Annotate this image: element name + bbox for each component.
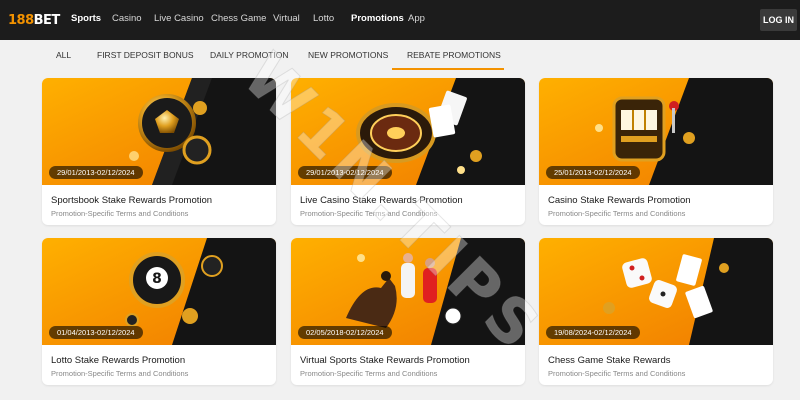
promo-title: Lotto Stake Rewards Promotion (51, 355, 186, 366)
nav-item-chess-game[interactable]: Chess Game (211, 13, 266, 24)
promo-card-virtual-sports[interactable]: 02/05/2018-02/12/2024 Virtual Sports Sta… (291, 238, 525, 385)
promo-card-live-casino[interactable]: 29/01/2013-02/12/2024 Live Casino Stake … (291, 78, 525, 225)
nav-item-app[interactable]: App (408, 13, 425, 24)
nav-item-promotions[interactable]: Promotions (351, 13, 404, 24)
tab-rebate-promotions[interactable]: REBATE PROMOTIONS (407, 50, 501, 60)
tab-daily-promotion[interactable]: DAILY PROMOTION (210, 50, 289, 60)
active-tab-indicator (392, 68, 504, 70)
promo-card-sportsbook[interactable]: 29/01/2013-02/12/2024 Sportsbook Stake R… (42, 78, 276, 225)
promo-date-badge: 19/08/2024-02/12/2024 (546, 326, 640, 339)
nav-item-casino[interactable]: Casino (112, 13, 142, 24)
logo-text: BET (33, 12, 61, 28)
nav-item-sports[interactable]: Sports (71, 13, 101, 24)
tab-all[interactable]: ALL (56, 50, 71, 60)
logo-number: 188 (8, 12, 34, 28)
promo-terms-link[interactable]: Promotion-Specific Terms and Conditions (300, 209, 437, 218)
promo-terms-link[interactable]: Promotion-Specific Terms and Conditions (51, 369, 188, 378)
nav-item-virtual[interactable]: Virtual (273, 13, 300, 24)
promo-terms-link[interactable]: Promotion-Specific Terms and Conditions (300, 369, 437, 378)
promo-title: Chess Game Stake Rewards (548, 355, 671, 366)
promo-date-badge: 02/05/2018-02/12/2024 (298, 326, 392, 339)
promo-date-badge: 29/01/2013-02/12/2024 (49, 166, 143, 179)
svg-text:8: 8 (152, 271, 162, 287)
promo-title: Virtual Sports Stake Rewards Promotion (300, 355, 470, 366)
login-button[interactable]: LOG IN (760, 9, 797, 31)
nav-item-lotto[interactable]: Lotto (313, 13, 334, 24)
promo-card-chess-game[interactable]: 19/08/2024-02/12/2024 Chess Game Stake R… (539, 238, 773, 385)
tab-new-promotions[interactable]: NEW PROMOTIONS (308, 50, 388, 60)
promo-date-badge: 25/01/2013-02/12/2024 (546, 166, 640, 179)
promo-card-lotto[interactable]: 8 01/04/2013-02/12/2024 Lotto Stake Rewa… (42, 238, 276, 385)
tab-first-deposit-bonus[interactable]: FIRST DEPOSIT BONUS (97, 50, 194, 60)
promo-card-casino[interactable]: 25/01/2013-02/12/2024 Casino Stake Rewar… (539, 78, 773, 225)
promo-date-badge: 29/01/2013-02/12/2024 (298, 166, 392, 179)
promo-terms-link[interactable]: Promotion-Specific Terms and Conditions (548, 209, 685, 218)
promo-title: Sportsbook Stake Rewards Promotion (51, 195, 213, 206)
promotion-tabs: ALL FIRST DEPOSIT BONUS DAILY PROMOTION … (0, 40, 800, 70)
promo-title: Live Casino Stake Rewards Promotion (300, 195, 463, 206)
promo-terms-link[interactable]: Promotion-Specific Terms and Conditions (548, 369, 685, 378)
promo-terms-link[interactable]: Promotion-Specific Terms and Conditions (51, 209, 188, 218)
promo-title: Casino Stake Rewards Promotion (548, 195, 691, 206)
nav-item-live-casino[interactable]: Live Casino (154, 13, 204, 24)
brand-logo[interactable]: 188 BET (8, 10, 60, 30)
top-navigation-bar: 188 BET Sports Casino Live Casino Chess … (0, 0, 800, 40)
promo-date-badge: 01/04/2013-02/12/2024 (49, 326, 143, 339)
